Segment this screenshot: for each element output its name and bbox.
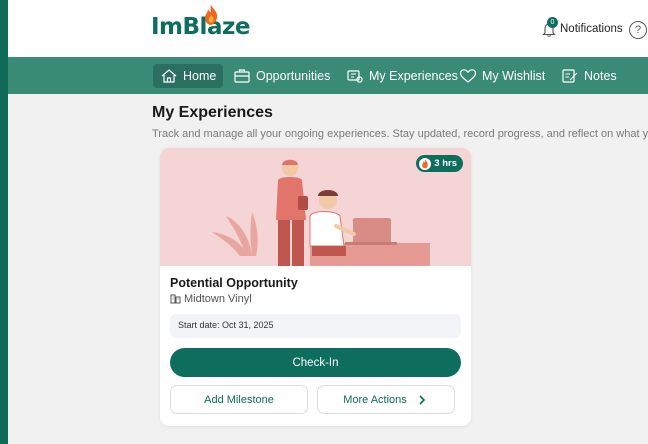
notification-count-badge: 0: [547, 17, 558, 28]
app-window: ImBlaze 0 Notifications ? Home Opportuni…: [8, 0, 648, 444]
brand-name-part-1: ImBl: [151, 14, 207, 40]
duration-badge: 3 hrs: [416, 155, 463, 172]
nav-item-label: Opportunities: [256, 69, 331, 83]
page-subtitle: Track and manage all your ongoing experi…: [152, 128, 648, 140]
heart-icon: [459, 69, 477, 83]
nav-item-label: Home: [183, 69, 217, 83]
nav-item-opportunities[interactable]: Opportunities: [233, 64, 330, 88]
more-actions-label: More Actions: [343, 393, 407, 406]
bell-icon: 0: [540, 17, 558, 38]
nav-item-home[interactable]: Home: [153, 64, 224, 88]
notifications-button[interactable]: 0 Notifications: [540, 17, 623, 39]
briefcase-icon: [234, 69, 250, 83]
start-date-text: Start date: Oct 31, 2025: [178, 320, 274, 330]
home-icon: [161, 69, 177, 83]
top-bar: ImBlaze 0 Notifications ?: [8, 0, 648, 57]
company-name: Midtown Vinyl: [170, 293, 252, 305]
start-date-box: Start date: Oct 31, 2025: [170, 314, 461, 338]
nav-item-notes[interactable]: Notes: [561, 64, 617, 88]
brand-logo[interactable]: ImBlaze: [151, 5, 250, 40]
flame-icon: [205, 5, 218, 25]
add-milestone-button[interactable]: Add Milestone: [170, 385, 308, 414]
notes-icon: [562, 69, 578, 83]
more-actions-button[interactable]: More Actions: [317, 385, 455, 414]
page-title: My Experiences: [152, 104, 273, 121]
card-title: Potential Opportunity: [170, 276, 298, 290]
experience-card[interactable]: 3 hrs Potential Opportunity Midtown Viny…: [160, 148, 471, 426]
experience-illustration: 3 hrs: [160, 148, 471, 266]
nav-item-my-wishlist[interactable]: My Wishlist: [459, 64, 545, 88]
notifications-label: Notifications: [560, 23, 623, 35]
nav-item-label: My Experiences: [369, 69, 458, 83]
building-icon: [170, 294, 181, 304]
experiences-icon: [347, 70, 363, 83]
flame-icon: [419, 157, 432, 170]
company-name-text: Midtown Vinyl: [184, 293, 252, 305]
nav-item-label: Notes: [584, 69, 617, 83]
help-icon[interactable]: ?: [629, 21, 647, 39]
main-nav: Home Opportunities My Experiences My Wis…: [8, 57, 648, 94]
check-in-button[interactable]: Check-In: [170, 348, 461, 377]
nav-item-my-experiences[interactable]: My Experiences: [346, 64, 458, 88]
chevron-right-icon: [419, 394, 425, 405]
nav-item-label: My Wishlist: [482, 69, 546, 83]
duration-text: 3 hrs: [434, 158, 457, 169]
